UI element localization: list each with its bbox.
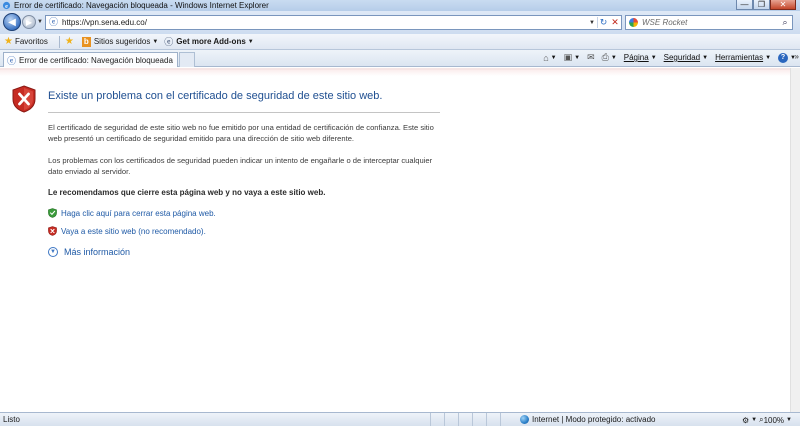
mail-button[interactable]: ✉ — [587, 52, 595, 63]
risk-explanation: Los problemas con los certificados de se… — [48, 156, 433, 176]
bing-icon: b — [81, 36, 91, 47]
zoom-level: 100% — [763, 415, 785, 425]
favorites-button[interactable]: ★ Favoritos — [0, 36, 48, 47]
help-icon: ? — [778, 52, 789, 63]
print-button[interactable]: ⎙ ▼ — [602, 52, 617, 63]
home-button[interactable]: ⌂ ▼ — [543, 53, 556, 63]
more-commands-icon[interactable]: » — [795, 52, 799, 61]
globe-icon — [520, 415, 529, 424]
safe-shield-icon — [48, 208, 57, 218]
tab-label: Error de certificado: Navegación bloquea… — [19, 55, 173, 65]
page-menu-label: Página — [623, 53, 649, 62]
suggested-sites-label: Sitios sugeridos — [93, 37, 151, 46]
forward-button[interactable]: ▶ — [22, 15, 36, 29]
page-icon: ⓔ — [49, 17, 59, 27]
forward-arrow-icon: ▶ — [25, 17, 33, 27]
search-icon[interactable]: ⌕ — [778, 17, 792, 28]
navigation-bar: ◀ ▶ ▼ ⓔ https://vpn.sena.edu.co/ ▼ ↻ ✕ W… — [0, 11, 800, 34]
minimize-button[interactable]: — — [736, 0, 753, 10]
help-button[interactable]: ? ▼ — [778, 52, 796, 63]
suggested-sites-button[interactable]: b Sitios sugeridos ▼ — [81, 36, 159, 47]
security-zone[interactable]: Internet | Modo protegido: activado — [520, 415, 656, 424]
tools-menu[interactable]: Herramientas ▼ — [715, 53, 771, 62]
feeds-button[interactable]: ▣ ▼ — [564, 52, 580, 63]
status-bar: Listo Internet | Modo protegido: activad… — [0, 412, 800, 426]
address-bar[interactable]: ⓔ https://vpn.sena.edu.co/ ▼ ↻ ✕ — [45, 15, 622, 30]
favorites-label: Favoritos — [14, 37, 48, 46]
expand-chevron-icon: ▼ — [48, 247, 58, 257]
close-page-link[interactable]: Haga clic aquí para cerrar esta página w… — [48, 208, 216, 218]
more-info-label: Más información — [64, 247, 131, 257]
certificate-explanation: El certificado de seguridad de este siti… — [48, 123, 434, 143]
status-text: Listo — [3, 415, 20, 424]
tab-row: ⓔ Error de certificado: Navegación bloqu… — [0, 50, 800, 67]
window-controls: — ❐ ✕ — [736, 0, 796, 10]
tab-page-icon: ⓔ — [7, 55, 17, 66]
new-tab-button[interactable] — [179, 52, 195, 67]
refresh-icon[interactable]: ↻ — [597, 17, 609, 28]
status-panels — [430, 413, 514, 426]
back-arrow-icon: ◀ — [8, 16, 16, 28]
addons-page-icon: ⓔ — [164, 37, 174, 47]
address-input[interactable]: https://vpn.sena.edu.co/ — [62, 18, 587, 27]
ie-logo-icon: e — [2, 1, 11, 10]
add-favorite-button[interactable]: ★ — [65, 36, 76, 47]
chevron-down-icon: ▼ — [786, 417, 792, 423]
window-title: Error de certificado: Navegación bloquea… — [14, 1, 269, 10]
page-title: Existe un problema con el certificado de… — [48, 90, 383, 102]
home-icon: ⌂ — [543, 52, 549, 63]
zoom-control[interactable]: ⚙ ▼ ⌕ 100% ▼ — [742, 415, 794, 425]
addons-button[interactable]: ⓔ Get more Add-ons ▼ — [164, 35, 253, 48]
content-tint — [0, 70, 800, 76]
page-content: Existe un problema con el certificado de… — [0, 68, 800, 412]
maximize-button[interactable]: ❐ — [753, 0, 770, 10]
error-shield-icon — [12, 85, 36, 113]
rss-icon: ▣ — [563, 52, 573, 62]
command-bar: ⌂ ▼ ▣ ▼ ✉ ⎙ ▼ Página ▼ Seguridad ▼ Herramient… — [536, 52, 796, 63]
search-box[interactable]: WSE Rocket ⌕ — [625, 15, 793, 30]
print-icon: ⎙ — [601, 52, 609, 62]
chevron-down-icon: ▼ — [751, 417, 758, 423]
favorites-star-icon: ★ — [4, 36, 13, 47]
close-window-button[interactable]: ✕ — [770, 0, 796, 10]
favorites-bar: ★ Favoritos ★ b Sitios sugeridos ▼ ⓔ Get… — [0, 34, 800, 50]
recent-pages-dropdown[interactable]: ▼ — [37, 19, 43, 25]
chevron-down-icon: ▼ — [247, 38, 254, 45]
separator — [58, 35, 60, 48]
tools-menu-label: Herramientas — [715, 53, 764, 62]
divider — [48, 112, 440, 113]
settings-icon: ⚙ — [741, 415, 750, 425]
security-zone-label: Internet | Modo protegido: activado — [532, 415, 656, 424]
stop-icon[interactable]: ✕ — [609, 17, 621, 28]
continue-link-label: Vaya a este sitio web (no recomendado). — [61, 226, 206, 236]
back-button[interactable]: ◀ — [3, 13, 21, 31]
tab-certificate-error[interactable]: ⓔ Error de certificado: Navegación bloqu… — [3, 52, 178, 67]
danger-shield-icon — [48, 226, 57, 236]
close-page-link-label: Haga clic aquí para cerrar esta página w… — [61, 208, 216, 218]
safety-menu[interactable]: Seguridad ▼ — [664, 53, 708, 62]
chevron-down-icon: ▼ — [152, 38, 159, 45]
title-bar: e Error de certificado: Navegación bloqu… — [0, 0, 800, 11]
safety-menu-label: Seguridad — [663, 53, 701, 62]
page-menu[interactable]: Página ▼ — [624, 53, 657, 62]
mail-icon: ✉ — [587, 52, 595, 62]
vertical-scrollbar[interactable] — [790, 68, 800, 412]
add-favorite-icon: ★ — [64, 36, 74, 47]
more-info-toggle[interactable]: ▼ Más información — [48, 247, 130, 257]
search-input[interactable]: WSE Rocket — [642, 18, 778, 27]
svg-text:e: e — [5, 3, 8, 10]
addons-label: Get more Add-ons — [176, 37, 246, 46]
continue-to-site-link[interactable]: Vaya a este sitio web (no recomendado). — [48, 226, 206, 236]
search-provider-icon — [629, 18, 638, 27]
address-dropdown-icon[interactable]: ▼ — [587, 20, 597, 26]
recommendation-text: Le recomendamos que cierre esta página w… — [48, 188, 326, 197]
